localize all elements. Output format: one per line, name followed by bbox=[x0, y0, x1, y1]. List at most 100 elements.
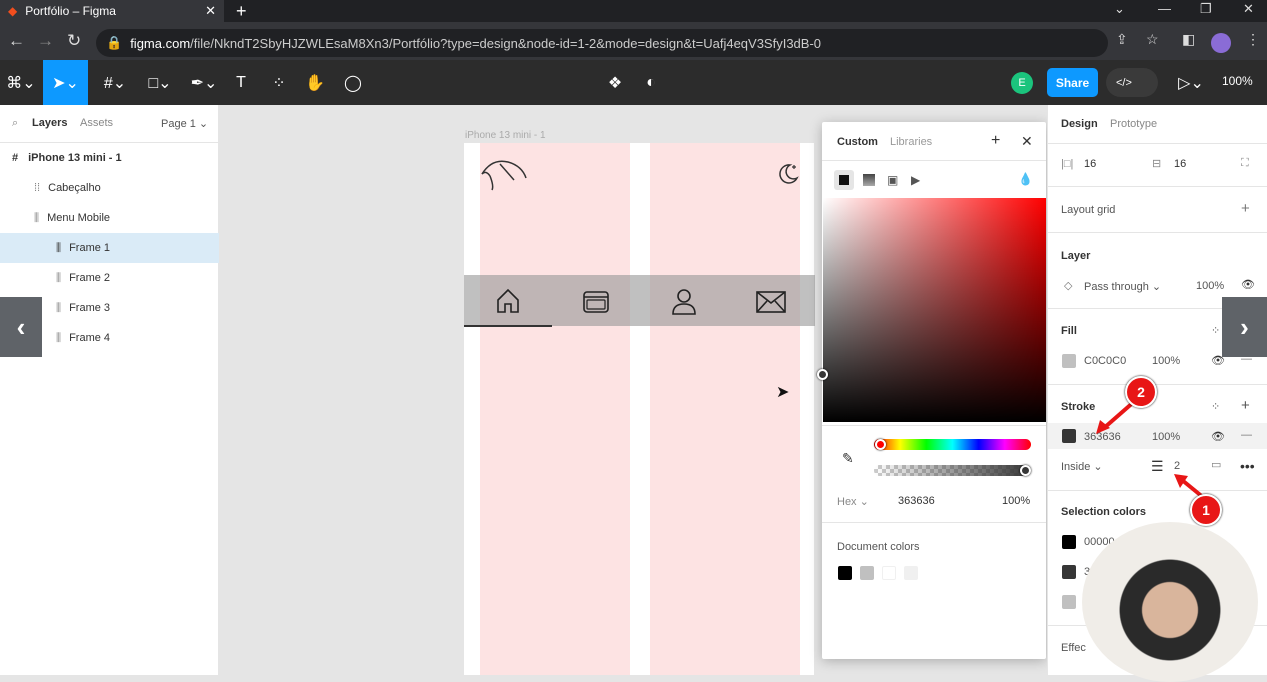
tab-layers[interactable]: Layers bbox=[32, 117, 67, 129]
layer-item[interactable]: ⁞⁞ Cabeçalho bbox=[0, 173, 219, 203]
moon-icon[interactable] bbox=[776, 162, 800, 186]
code-icon: </> bbox=[1116, 76, 1132, 89]
document-color-swatch[interactable] bbox=[904, 566, 918, 580]
vertical-padding-input[interactable]: 16 bbox=[1174, 158, 1186, 170]
next-slide-button[interactable]: › bbox=[1222, 297, 1267, 357]
auto-layout-icon: ⫼ bbox=[56, 271, 62, 284]
tab-prototype[interactable]: Prototype bbox=[1110, 118, 1157, 130]
text-tool-icon[interactable]: T bbox=[228, 60, 254, 105]
user-icon[interactable] bbox=[671, 288, 697, 316]
add-stroke-icon[interactable]: + bbox=[1241, 397, 1250, 414]
fill-swatch[interactable] bbox=[1062, 354, 1076, 368]
comment-tool-icon[interactable]: ◯ bbox=[340, 60, 366, 105]
present-icon[interactable]: ▷⌄ bbox=[1176, 60, 1206, 105]
hue-handle[interactable] bbox=[875, 439, 886, 450]
video-fill-icon[interactable]: ▶ bbox=[911, 173, 920, 187]
fill-opacity-input[interactable]: 100% bbox=[1152, 355, 1180, 367]
main-menu-icon[interactable]: ⌘⌄ bbox=[4, 60, 38, 105]
image-fill-icon[interactable]: ▣ bbox=[887, 173, 898, 187]
saturation-brightness-area[interactable] bbox=[823, 198, 1046, 422]
blend-mode-icon: ◇ bbox=[1064, 280, 1073, 292]
blend-icon[interactable]: 💧 bbox=[1018, 172, 1033, 186]
tab-custom[interactable]: Custom bbox=[837, 136, 878, 148]
previous-slide-button[interactable]: ‹ bbox=[0, 297, 42, 357]
tab-assets[interactable]: Assets bbox=[80, 117, 113, 129]
divider bbox=[1048, 232, 1267, 233]
address-bar[interactable]: 🔒 figma.com/file/NkndT2SbyHJZWLEsaM8Xn3/… bbox=[96, 29, 1108, 57]
solid-fill-button[interactable] bbox=[834, 170, 854, 190]
layer-item[interactable]: ⫼ Frame 2 bbox=[0, 263, 219, 293]
opacity-handle[interactable] bbox=[1020, 465, 1031, 476]
blend-mode-select[interactable]: Pass through ⌄ bbox=[1084, 280, 1161, 293]
stroke-swatch[interactable] bbox=[1062, 429, 1076, 443]
close-tab-icon[interactable]: ✕ bbox=[205, 3, 216, 19]
annotation-badge-2: 2 bbox=[1125, 376, 1157, 408]
visibility-eye-icon[interactable]: 👁 bbox=[1241, 278, 1255, 291]
back-icon[interactable]: ← bbox=[8, 31, 25, 51]
hue-slider[interactable] bbox=[874, 439, 1031, 450]
browser-tab[interactable]: ◆ Portfólio – Figma ✕ bbox=[0, 0, 224, 22]
shape-tool-icon[interactable]: □⌄ bbox=[142, 60, 178, 105]
selection-color-swatch[interactable] bbox=[1062, 535, 1076, 549]
hex-input[interactable]: 363636 bbox=[898, 495, 935, 507]
page-selector[interactable]: Page 1 ⌄ bbox=[161, 117, 208, 130]
add-style-icon[interactable]: + bbox=[991, 132, 1000, 150]
remove-stroke-icon[interactable]: — bbox=[1241, 429, 1252, 441]
share-button[interactable]: Share bbox=[1047, 68, 1098, 97]
layer-item[interactable]: ⫼ Menu Mobile bbox=[0, 203, 219, 233]
horizontal-padding-input[interactable]: 16 bbox=[1084, 158, 1096, 170]
more-options-icon[interactable]: ••• bbox=[1240, 458, 1255, 474]
restore-icon[interactable]: ❐ bbox=[1200, 0, 1212, 18]
profile-avatar[interactable] bbox=[1211, 33, 1231, 53]
zoom-level[interactable]: 100% bbox=[1222, 74, 1253, 88]
individual-padding-icon[interactable]: ⛶ bbox=[1241, 157, 1249, 170]
browser-window-icon[interactable] bbox=[582, 290, 610, 314]
gradient-fill-icon[interactable] bbox=[863, 174, 875, 186]
document-color-swatch[interactable] bbox=[838, 566, 852, 580]
user-avatar[interactable]: E bbox=[1011, 72, 1033, 94]
fill-hex-input[interactable]: C0C0C0 bbox=[1084, 355, 1126, 367]
tab-design[interactable]: Design bbox=[1061, 118, 1098, 130]
frame-label[interactable]: iPhone 13 mini - 1 bbox=[465, 130, 546, 141]
selection-color-swatch[interactable] bbox=[1062, 595, 1076, 609]
document-color-swatch[interactable] bbox=[882, 566, 896, 580]
search-icon[interactable]: ⌕ bbox=[12, 117, 18, 130]
close-window-icon[interactable]: ✕ bbox=[1243, 0, 1254, 18]
move-tool-icon[interactable]: ➤⌄ bbox=[43, 60, 88, 105]
contrast-icon[interactable]: ◐ bbox=[638, 60, 664, 105]
eyedropper-icon[interactable]: ✎ bbox=[842, 450, 854, 467]
browser-menu-icon[interactable]: ⋮ bbox=[1246, 31, 1260, 48]
layer-item[interactable]: # iPhone 13 mini - 1 bbox=[0, 143, 219, 173]
component-icon[interactable]: ❖ bbox=[602, 60, 628, 105]
document-color-swatch[interactable] bbox=[860, 566, 874, 580]
tab-search-icon[interactable]: ⌄ bbox=[1114, 0, 1125, 18]
opacity-input[interactable]: 100% bbox=[1002, 495, 1030, 507]
color-handle[interactable] bbox=[817, 369, 828, 380]
pen-tool-icon[interactable]: ✒⌄ bbox=[186, 60, 222, 105]
dev-mode-toggle[interactable]: </> bbox=[1106, 68, 1158, 97]
close-icon[interactable]: ✕ bbox=[1021, 133, 1033, 150]
mail-icon[interactable] bbox=[755, 290, 787, 314]
reload-icon[interactable]: ↻ bbox=[67, 31, 81, 51]
add-layout-grid-icon[interactable]: + bbox=[1241, 200, 1250, 217]
opacity-slider[interactable] bbox=[874, 465, 1031, 476]
share-page-icon[interactable]: ⇪ bbox=[1116, 31, 1128, 48]
color-format-select[interactable]: Hex ⌄ bbox=[837, 495, 869, 508]
divider bbox=[822, 522, 1046, 523]
forward-icon[interactable]: → bbox=[37, 31, 54, 51]
vertical-padding-icon: ⊟ bbox=[1152, 158, 1162, 170]
bookmark-icon[interactable]: ☆ bbox=[1146, 31, 1159, 48]
tab-libraries[interactable]: Libraries bbox=[890, 136, 932, 148]
layer-opacity-input[interactable]: 100% bbox=[1196, 280, 1224, 292]
resources-icon[interactable]: ⁘ bbox=[266, 60, 292, 105]
auto-layout-icon: ⫼ bbox=[56, 331, 62, 344]
frame-tool-icon[interactable]: #⌄ bbox=[96, 60, 134, 105]
layer-item-selected[interactable]: ⫼ Frame 1 bbox=[0, 233, 219, 263]
styles-icon[interactable]: ⁘ bbox=[1211, 324, 1220, 337]
home-icon[interactable] bbox=[496, 288, 520, 314]
minimize-icon[interactable]: — bbox=[1158, 0, 1171, 18]
new-tab-icon[interactable]: + bbox=[236, 0, 247, 22]
selection-color-swatch[interactable] bbox=[1062, 565, 1076, 579]
hand-tool-icon[interactable]: ✋ bbox=[302, 60, 328, 105]
sidebar-icon[interactable]: ◧ bbox=[1182, 31, 1195, 48]
